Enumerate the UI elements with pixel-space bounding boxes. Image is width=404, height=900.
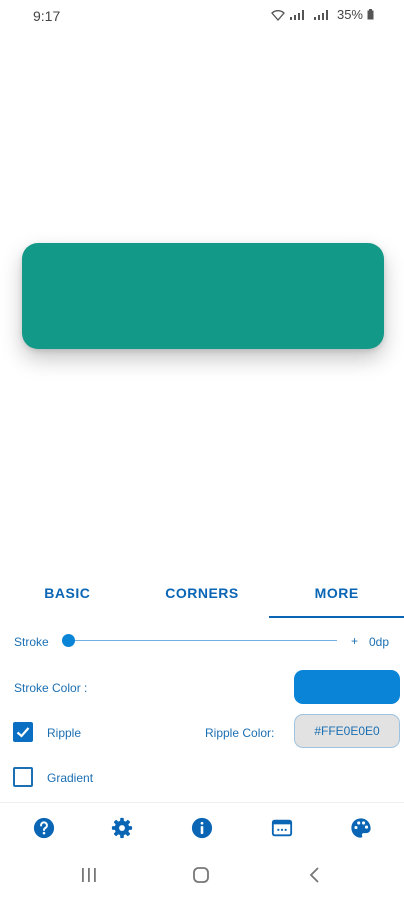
stroke-color-swatch[interactable] (294, 670, 400, 704)
gradient-label: Gradient (47, 771, 94, 785)
battery-icon (367, 9, 374, 20)
bottom-nav (0, 802, 404, 852)
stroke-slider-track[interactable] (69, 640, 337, 641)
wifi-icon (271, 9, 285, 21)
stroke-label: Stroke (14, 635, 49, 649)
tab-bar: BASIC CORNERS MORE (0, 572, 404, 618)
palette-icon[interactable] (350, 817, 372, 839)
stroke-increment-button[interactable]: + (351, 634, 358, 648)
ripple-color-value: #FFE0E0E0 (314, 724, 380, 738)
tab-corners[interactable]: CORNERS (135, 572, 270, 618)
stroke-color-label: Stroke Color : (14, 681, 88, 695)
tab-basic[interactable]: BASIC (0, 572, 135, 618)
battery-percent: 35% (336, 7, 363, 22)
tab-more[interactable]: MORE (269, 572, 404, 618)
ripple-checkbox[interactable] (13, 722, 33, 742)
status-bar: 9:17 35% (0, 0, 404, 30)
stroke-value: 0dp (369, 635, 390, 649)
ripple-color-label: Ripple Color: (205, 726, 275, 740)
recents-icon[interactable] (80, 866, 98, 884)
signal-icon (289, 9, 304, 20)
status-time: 9:17 (33, 8, 61, 24)
preview-button[interactable] (22, 243, 384, 349)
system-nav-bar (0, 852, 404, 900)
status-icons: 35% (271, 7, 374, 22)
back-icon[interactable] (306, 866, 324, 884)
ripple-label: Ripple (47, 726, 82, 740)
help-icon[interactable] (33, 817, 55, 839)
checkmark-icon (16, 727, 30, 738)
code-view-icon[interactable] (271, 817, 293, 839)
stroke-slider-thumb[interactable] (62, 634, 75, 647)
info-icon[interactable] (191, 817, 213, 839)
settings-icon[interactable] (111, 817, 133, 839)
signal-icon-2 (313, 9, 328, 20)
ripple-color-field[interactable]: #FFE0E0E0 (294, 714, 400, 748)
home-icon[interactable] (192, 866, 210, 884)
gradient-checkbox[interactable] (13, 767, 33, 787)
